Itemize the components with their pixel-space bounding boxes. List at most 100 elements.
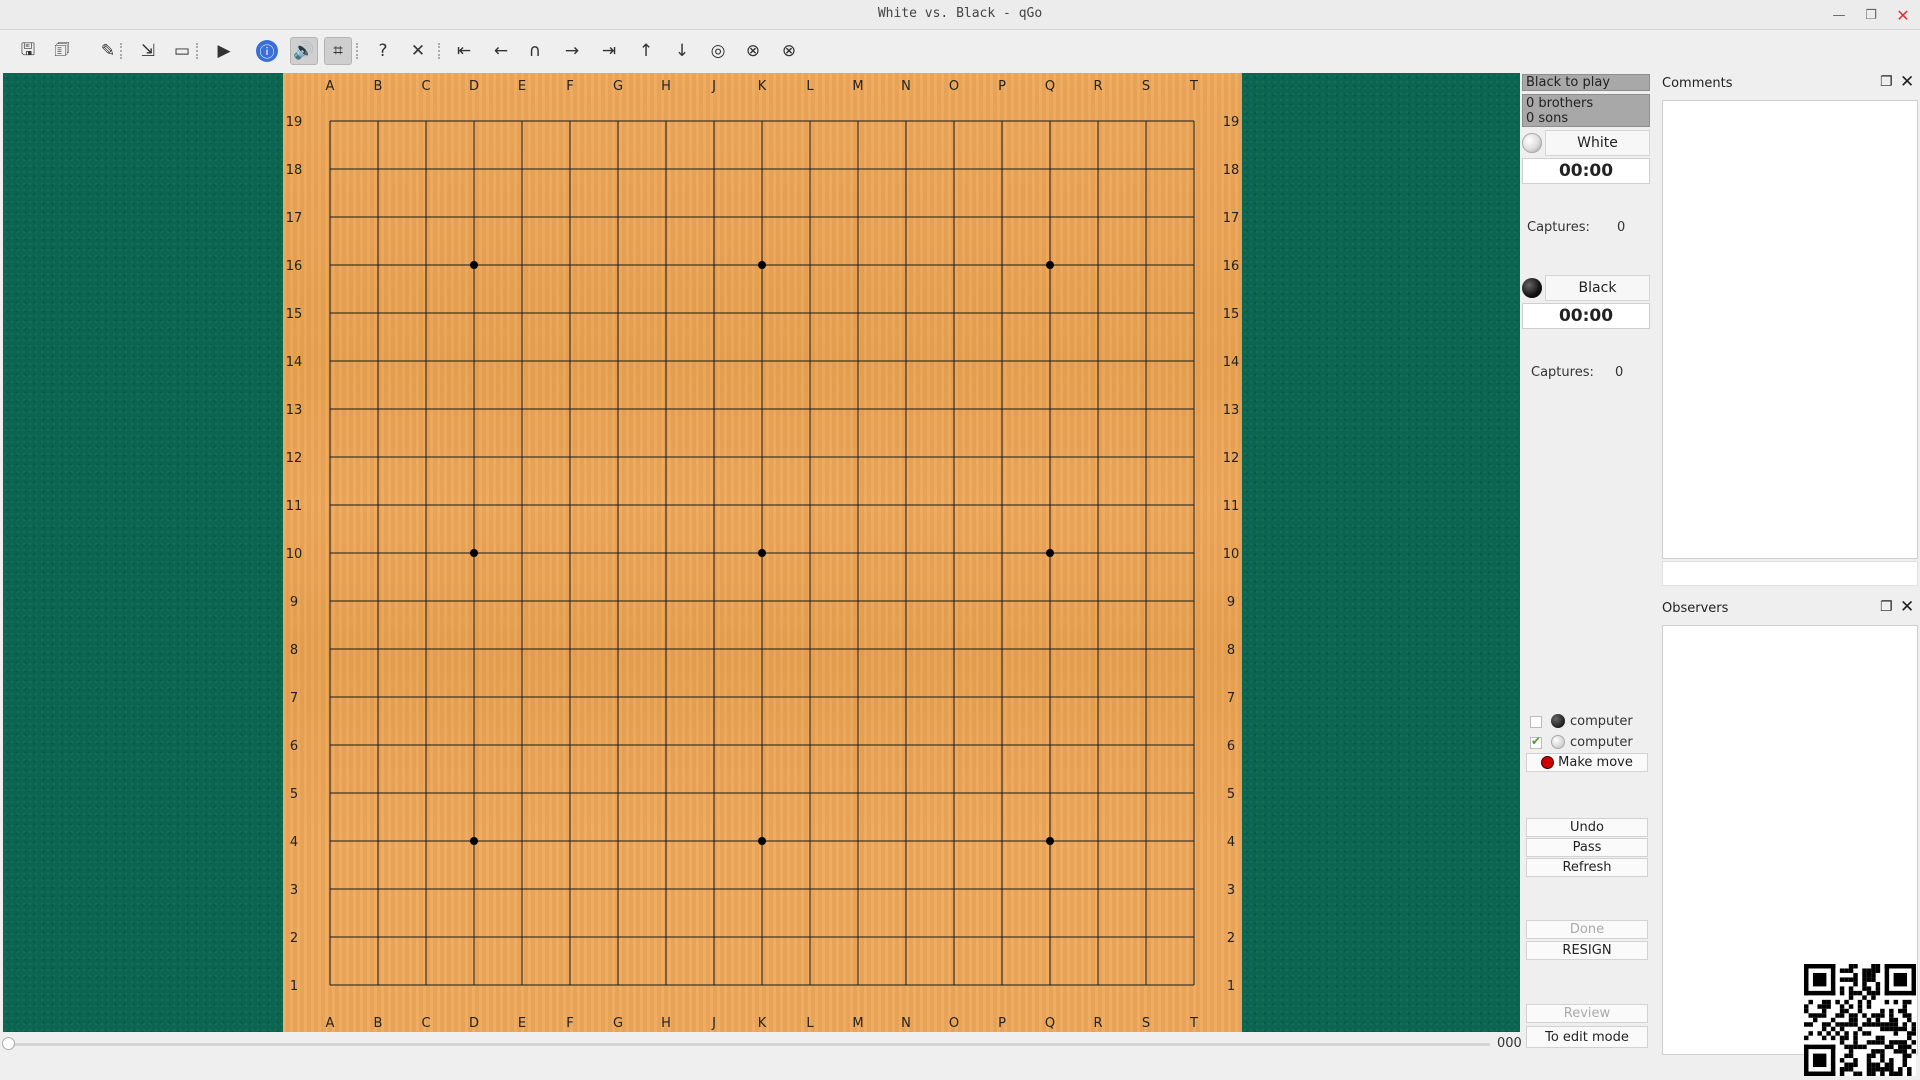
qr-module <box>1848 1044 1854 1050</box>
qr-module <box>1889 1071 1894 1076</box>
last-move-icon[interactable]: ⇥ <box>595 37 623 65</box>
go-board[interactable]: A A B B C C D D E E F F G G H H J J K K L L M M N N O O P P Q Q R R S S T T 19… <box>283 73 1242 1032</box>
float-panel-icon[interactable]: ❐ <box>1880 74 1893 90</box>
qr-module <box>1880 1053 1885 1059</box>
qr-module <box>1902 1058 1908 1063</box>
white-stone-icon <box>1551 735 1565 749</box>
comment-input[interactable] <box>1662 561 1918 586</box>
play-icon[interactable]: ▶ <box>210 37 238 65</box>
qr-module <box>1848 990 1854 996</box>
save-as-icon[interactable]: 🗊 <box>48 37 76 65</box>
qr-module <box>1871 964 1876 969</box>
qr-module <box>1907 1017 1912 1023</box>
restore-icon[interactable]: ❐ <box>1860 4 1882 26</box>
board-grid[interactable]: AABBCCDDEEFFGGHHJJKKLLMMNNOOPPQQRRSSTT19… <box>283 73 1242 1032</box>
end-variation-icon[interactable]: ⊗ <box>775 37 803 65</box>
close-x-icon[interactable]: ✕ <box>404 37 432 65</box>
help-icon[interactable]: ? <box>369 37 397 65</box>
row-label-right: 16 <box>1223 259 1240 274</box>
down-variation-icon[interactable]: ↓ <box>668 37 696 65</box>
toolbar-separator <box>438 43 441 59</box>
review-button[interactable]: Review <box>1526 1004 1648 1023</box>
row-label-right: 7 <box>1227 691 1235 706</box>
export-icon[interactable]: ⇲ <box>134 37 162 65</box>
qr-module <box>1907 1071 1912 1076</box>
hoshi-point <box>470 837 478 845</box>
undo-button[interactable]: Undo <box>1526 818 1648 837</box>
qr-module <box>1839 1004 1845 1009</box>
row-label-right: 1 <box>1227 979 1235 994</box>
white-captures-label: Captures: <box>1527 220 1590 235</box>
refresh-button[interactable]: Refresh <box>1526 858 1648 877</box>
up-variation-icon[interactable]: ↑ <box>632 37 660 65</box>
start-variation-icon[interactable]: ⊗ <box>739 37 767 65</box>
sound-icon[interactable]: 🔊 <box>290 37 318 65</box>
row-label-right: 18 <box>1223 163 1240 178</box>
black-player-button[interactable]: Black <box>1545 275 1650 301</box>
qr-module <box>1844 1044 1849 1050</box>
make-move-button[interactable]: Make move <box>1526 753 1648 772</box>
qr-module <box>1804 964 1836 969</box>
coordinates-icon[interactable]: ⌗ <box>324 37 352 65</box>
qr-module <box>1812 1017 1818 1023</box>
qr-module <box>1866 1058 1872 1063</box>
row-label-right: 3 <box>1227 883 1235 898</box>
computer-black-checkbox[interactable] <box>1530 716 1542 728</box>
column-label-top: D <box>469 79 479 94</box>
white-player-button[interactable]: White <box>1545 130 1650 156</box>
qr-module <box>1902 999 1908 1005</box>
qr-module <box>1812 972 1827 987</box>
qr-module <box>1835 999 1840 1005</box>
hoshi-point <box>758 549 766 557</box>
next-move-icon[interactable]: → <box>558 37 586 65</box>
board-color-icon[interactable]: ✎ <box>94 37 122 65</box>
save-icon[interactable]: 🖫 <box>14 37 42 65</box>
qr-module <box>1907 1031 1912 1036</box>
column-label-top: B <box>374 79 383 94</box>
right-felt <box>1242 73 1520 1032</box>
qr-module <box>1848 1067 1854 1072</box>
black-stone-icon <box>1551 714 1565 728</box>
float-panel-icon[interactable]: ❐ <box>1880 599 1893 615</box>
qr-module <box>1862 977 1867 982</box>
previous-move-icon[interactable]: ← <box>487 37 515 65</box>
move-slider-handle[interactable] <box>2 1037 15 1050</box>
close-panel-icon[interactable]: ✕ <box>1900 72 1914 92</box>
edit-mode-button[interactable]: To edit mode <box>1526 1026 1648 1048</box>
qr-module <box>1862 1013 1867 1018</box>
computer-white-checkbox[interactable] <box>1530 734 1542 749</box>
resign-button[interactable]: RESIGN <box>1526 941 1648 960</box>
comments-view[interactable] <box>1662 100 1918 559</box>
column-label-bottom: Q <box>1045 1016 1055 1031</box>
first-move-icon[interactable]: ⇤ <box>450 37 478 65</box>
minimize-icon[interactable]: — <box>1828 4 1850 26</box>
pass-button[interactable]: Pass <box>1526 838 1648 857</box>
qr-module <box>1866 1040 1872 1045</box>
main-branch-icon[interactable]: ◎ <box>704 37 732 65</box>
close-window-icon[interactable]: ✕ <box>1892 4 1914 26</box>
move-slider[interactable] <box>8 1043 1490 1046</box>
info-icon[interactable]: ⓘ <box>256 40 278 62</box>
column-label-bottom: F <box>566 1016 573 1031</box>
close-panel-icon[interactable]: ✕ <box>1900 597 1914 617</box>
column-label-top: A <box>326 79 335 94</box>
qr-module <box>1884 1062 1890 1068</box>
column-label-top: E <box>518 79 526 94</box>
hoshi-point <box>758 837 766 845</box>
done-button[interactable]: Done <box>1526 920 1648 939</box>
column-label-top: M <box>852 79 863 94</box>
qr-module <box>1884 1022 1890 1027</box>
column-label-bottom: J <box>711 1016 716 1031</box>
row-label-left: 3 <box>290 883 298 898</box>
qr-module <box>1821 1026 1827 1032</box>
qr-module <box>1889 1008 1894 1014</box>
qr-module <box>1821 1004 1827 1009</box>
window-icon[interactable]: ▭ <box>168 37 196 65</box>
previous-branch-icon[interactable]: ∩ <box>521 37 549 65</box>
qr-module <box>1862 981 1867 987</box>
qr-module <box>1893 1040 1899 1045</box>
row-label-left: 1 <box>290 979 298 994</box>
qr-module <box>1808 1013 1813 1018</box>
qr-module <box>1871 1040 1876 1045</box>
qr-module <box>1844 1008 1849 1014</box>
